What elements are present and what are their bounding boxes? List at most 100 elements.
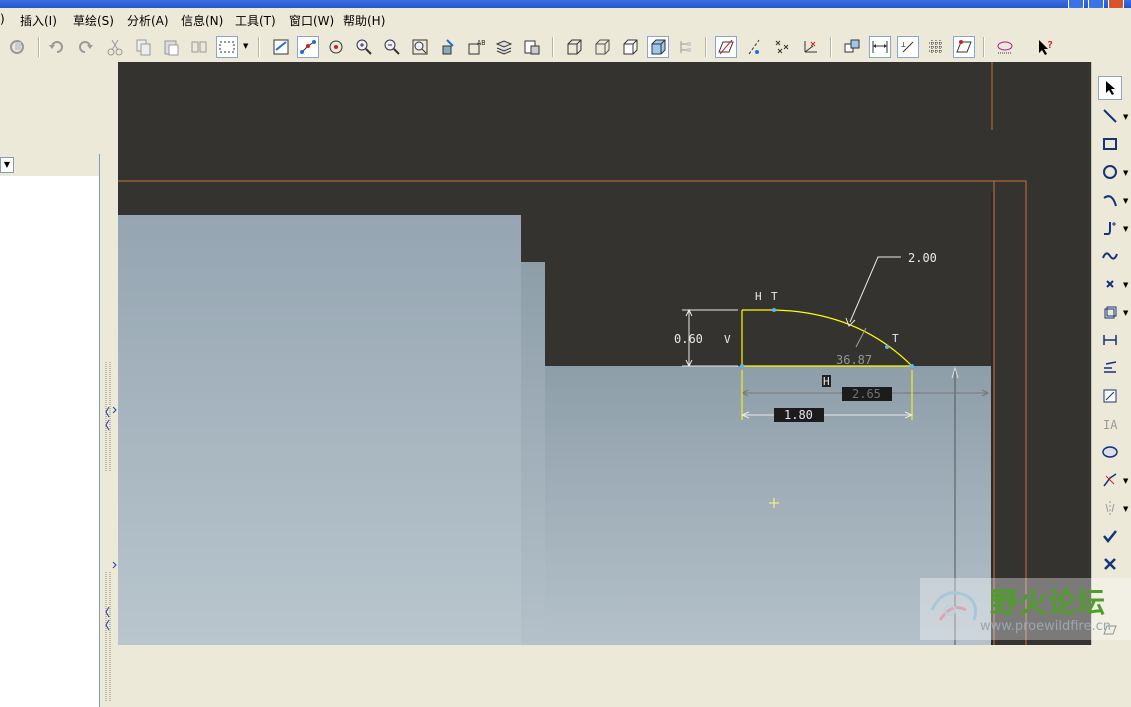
sketch-canvas[interactable]: 2.00 0.60 V H T T 36.87 H 2.65 1.80 bbox=[118, 62, 1091, 645]
menu-sketch[interactable]: 草绘(S) bbox=[73, 12, 114, 29]
panel-splitter[interactable] bbox=[104, 362, 112, 702]
sketch-view-icon[interactable] bbox=[270, 36, 292, 58]
svg-text:IA: IA bbox=[1103, 418, 1118, 432]
dimension-display-icon[interactable] bbox=[869, 36, 891, 58]
constraint-H-top: H bbox=[755, 290, 762, 303]
offset-flyout-arrow[interactable]: ▼ bbox=[1123, 309, 1128, 317]
menu-partial-edit[interactable]: ) bbox=[0, 12, 5, 26]
trim-icon[interactable] bbox=[1098, 468, 1122, 492]
menu-analysis[interactable]: 分析(A) bbox=[127, 12, 169, 29]
copy-icon[interactable] bbox=[132, 36, 154, 58]
menu-window[interactable]: 窗口(W) bbox=[289, 12, 334, 29]
sketcher-diagnostics-icon[interactable] bbox=[994, 36, 1016, 58]
sketch-vertex bbox=[910, 364, 914, 368]
point-flyout-arrow[interactable]: ▼ bbox=[1123, 281, 1128, 289]
circle-flyout-arrow[interactable]: ▼ bbox=[1123, 169, 1128, 177]
coordinate-sys-icon[interactable] bbox=[799, 36, 821, 58]
toolbar-separator bbox=[258, 37, 260, 57]
view-manager-icon[interactable] bbox=[521, 36, 543, 58]
watermark-url: www.proewildfire.cn bbox=[980, 619, 1111, 634]
arc-flyout-arrow[interactable]: ▼ bbox=[1123, 197, 1128, 205]
context-help-icon[interactable]: ? bbox=[1034, 36, 1056, 58]
menu-info[interactable]: 信息(N) bbox=[181, 12, 223, 29]
toolbar-separator bbox=[830, 37, 832, 57]
select-box-icon[interactable] bbox=[216, 36, 238, 58]
svg-text:AB: AB bbox=[477, 39, 485, 47]
datum-axes-icon[interactable] bbox=[743, 36, 765, 58]
dim-arc-value[interactable]: 2.00 bbox=[908, 251, 937, 265]
named-view-icon[interactable]: AB bbox=[465, 36, 487, 58]
model-tree[interactable] bbox=[0, 176, 100, 707]
zoom-in-icon[interactable] bbox=[353, 36, 375, 58]
arc-dim-leader bbox=[849, 256, 901, 323]
accept-icon[interactable] bbox=[1098, 524, 1122, 548]
regenerate-icon[interactable] bbox=[6, 36, 28, 58]
undo-icon[interactable] bbox=[46, 36, 68, 58]
datum-points-icon[interactable] bbox=[771, 36, 793, 58]
line-flyout-arrow[interactable]: ▼ bbox=[1123, 113, 1128, 121]
paste-special-icon[interactable] bbox=[188, 36, 210, 58]
graphics-window[interactable]: 2.00 0.60 V H T T 36.87 H 2.65 1.80 bbox=[118, 62, 1091, 645]
dim-length-value[interactable]: 1.80 bbox=[784, 408, 813, 422]
offset-icon[interactable] bbox=[1098, 300, 1122, 324]
no-hidden-icon[interactable] bbox=[619, 36, 641, 58]
menu-help[interactable]: 帮助(H) bbox=[343, 12, 385, 29]
title-bar bbox=[0, 0, 1131, 9]
constraint-display-icon[interactable]: ⊥ bbox=[897, 36, 919, 58]
datum-planes-icon[interactable] bbox=[715, 36, 737, 58]
sketch-orient-icon[interactable] bbox=[841, 36, 863, 58]
svg-text:⊥: ⊥ bbox=[901, 40, 906, 49]
orient-icon[interactable] bbox=[325, 36, 347, 58]
menu-insert[interactable]: 插入(I) bbox=[20, 12, 57, 29]
mirror-flyout-arrow[interactable]: ▼ bbox=[1123, 505, 1128, 513]
dimension-icon[interactable] bbox=[1098, 328, 1122, 352]
fillet-flyout-arrow[interactable]: ▼ bbox=[1123, 225, 1128, 233]
arc-icon[interactable] bbox=[1098, 188, 1122, 212]
dim-width-value[interactable]: 2.65 bbox=[852, 387, 881, 401]
select-arrow-icon[interactable] bbox=[1098, 76, 1122, 100]
datum-display-icon[interactable] bbox=[297, 36, 319, 58]
model-tree-icon[interactable] bbox=[675, 36, 697, 58]
model-block-left bbox=[118, 215, 521, 645]
watermark-logo bbox=[930, 591, 977, 621]
trim-flyout-arrow[interactable]: ▼ bbox=[1123, 477, 1128, 485]
toolbar-separator bbox=[705, 37, 707, 57]
repaint-icon[interactable] bbox=[437, 36, 459, 58]
mirror-icon[interactable] bbox=[1098, 496, 1122, 520]
hidden-line-icon[interactable] bbox=[591, 36, 613, 58]
paste-icon[interactable] bbox=[160, 36, 182, 58]
dim-angle-value[interactable]: 36.87 bbox=[836, 353, 872, 367]
redo-icon[interactable] bbox=[74, 36, 96, 58]
vertex-display-icon[interactable] bbox=[953, 36, 975, 58]
panel-dropdown[interactable]: ▼ bbox=[0, 157, 14, 173]
cancel-icon[interactable] bbox=[1098, 552, 1122, 576]
angle-dim-arc bbox=[855, 327, 867, 348]
constraint-icon[interactable] bbox=[1098, 384, 1122, 408]
sketch-vertex bbox=[740, 364, 744, 368]
rectangle-icon[interactable] bbox=[1098, 132, 1122, 156]
zoom-out-icon[interactable] bbox=[381, 36, 403, 58]
text-icon[interactable]: IA bbox=[1098, 412, 1122, 436]
shading-icon[interactable] bbox=[647, 36, 669, 58]
point-icon[interactable] bbox=[1098, 272, 1122, 296]
layers-icon[interactable] bbox=[493, 36, 515, 58]
main-toolbar: ▼ AB ⊥ ? bbox=[0, 32, 1131, 63]
dim-height-value[interactable]: 0.60 bbox=[674, 332, 703, 346]
circle-icon[interactable] bbox=[1098, 160, 1122, 184]
modify-icon[interactable] bbox=[1098, 356, 1122, 380]
constraint-H-bottom: H bbox=[823, 375, 830, 388]
palette-icon[interactable] bbox=[1098, 440, 1122, 464]
sketch-vertex bbox=[885, 345, 889, 349]
refit-icon[interactable] bbox=[409, 36, 431, 58]
wireframe-icon[interactable] bbox=[563, 36, 585, 58]
menu-tools[interactable]: 工具(T) bbox=[235, 12, 276, 29]
grid-display-icon[interactable] bbox=[925, 36, 947, 58]
constraint-T-top: T bbox=[771, 290, 778, 303]
select-dropdown-arrow[interactable]: ▼ bbox=[243, 42, 248, 50]
svg-text:?: ? bbox=[1047, 40, 1053, 51]
cut-icon[interactable] bbox=[104, 36, 126, 58]
watermark-cn-text: 野火论坛 bbox=[990, 586, 1107, 619]
spline-icon[interactable] bbox=[1098, 244, 1122, 268]
fillet-icon[interactable] bbox=[1098, 216, 1122, 240]
line-icon[interactable] bbox=[1098, 104, 1122, 128]
